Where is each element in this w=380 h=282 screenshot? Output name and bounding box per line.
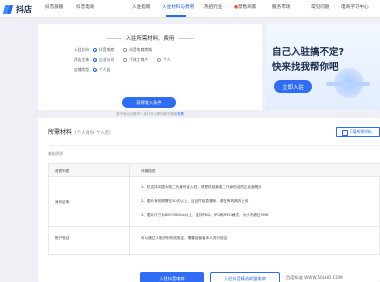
douyin-shop-logo-icon (2, 4, 14, 15)
nav-item-materials-and-fees[interactable]: 入驻材料与费用 (162, 4, 194, 10)
radio-personal-shop[interactable]: 个人店 (93, 67, 110, 73)
radio-icon (123, 58, 128, 62)
requirements-panel: 入驻所需材料、费用 入驻方向 抖音电商 抖音电商商城 开店主体 企业公司 个体工… (38, 24, 262, 110)
nav-item-hot-industries[interactable]: 热招行业 (204, 4, 222, 10)
nav-item-learning-center[interactable]: 电商学习中心 (341, 4, 369, 10)
nav-item-douyin-ecommerce[interactable]: 抖音电商 (76, 4, 94, 10)
column-divider (129, 164, 130, 256)
radio-selected-icon (93, 68, 97, 72)
banner-illustration-base (326, 82, 370, 86)
get-requirements-button[interactable]: 获得准入条件 (122, 97, 176, 108)
column-header-description: 详细描述 (141, 168, 156, 173)
materials-title: 所需材料 (个人身份-个人店) (48, 129, 111, 136)
radio-personal[interactable]: 个人 (157, 57, 171, 63)
row-name-account: 账户验证 (55, 236, 70, 240)
radio-icon (157, 58, 162, 62)
nav-item-onboarding-guide[interactable]: 入驻指南 (132, 4, 150, 10)
row-divider (49, 226, 380, 227)
panel-title: 入驻所需材料、费用 (38, 34, 262, 42)
row-shop-type: 店铺类型 个人店 (66, 66, 115, 74)
promo-banner[interactable]: 自己入驻搞不定? 快来找我帮你吧 立即入驻 (266, 24, 380, 110)
nav-item-douyin-flagship[interactable]: 抖音旗舰 (45, 4, 63, 10)
materials-table: 资质列表 详细描述 身份证明 1、仅支持中国大陆二代身份证入驻，须提供经营者二代… (48, 163, 380, 256)
document-icon (342, 129, 348, 137)
title-divider-left (105, 38, 122, 39)
section-label: 基础资质 (48, 151, 64, 156)
row-name-identity: 身份证明 (55, 200, 70, 204)
row-settle-direction: 入驻方向 抖音电商 抖音电商商城 (66, 46, 157, 54)
settle-douyin-ecommerce-button[interactable]: 入驻抖音电商 (140, 272, 204, 282)
materials-card: 所需材料 (个人身份-个人店) 下载所需材料 基础资质 资质列表 详细描述 身份证… (38, 118, 380, 282)
radio-icon (123, 48, 128, 52)
hint-link[interactable]: 查看 (177, 112, 184, 116)
radio-douyin-ecommerce[interactable]: 抖音电商 (93, 47, 114, 53)
active-tab-underline (166, 15, 186, 17)
divider (48, 145, 380, 146)
row-label: 开店主体 (73, 57, 89, 62)
brand-name: 抖店 (16, 4, 32, 14)
table-header (49, 164, 380, 177)
row-detail: 1、仅支持中国大陆二代身份证入驻，须提供经营者二代身份证的正反面照片 (141, 185, 262, 189)
row-label: 店铺类型 (73, 67, 89, 72)
row-detail: 2、图片有效期需在30天以上，且证件信息清晰，请在有效期内上传 (141, 199, 249, 203)
column-header-name: 资质列表 (55, 168, 70, 173)
row-detail: 可以通过人脸识别完成验证，需要经营者本人进行验证 (141, 236, 228, 240)
row-detail: 3、图片尺寸为800*800px以上，支持PNG、JPG和JPEG格式，大小不超… (141, 213, 269, 217)
title-divider-right (178, 38, 195, 39)
row-entity-type: 开店主体 企业公司 个体工商户 个人 (66, 56, 176, 64)
panel-hint: 查不到对应需求？我们可以帮你解决疑惑查看 (116, 112, 184, 116)
settle-douyin-alliance-button[interactable]: 入驻抖音精选联盟电商 (210, 272, 280, 282)
download-materials-button[interactable]: 下载所需材料 (336, 127, 380, 137)
logo[interactable]: 抖店 (2, 2, 32, 16)
settle-now-button[interactable]: 立即入驻 (274, 80, 312, 93)
nav-item-prohibited-merchants[interactable]: ●禁售商家 (234, 4, 256, 10)
radio-selected-icon (93, 58, 97, 62)
nav-item-faq[interactable]: 常见问题 (311, 4, 329, 10)
banner-subheadline: 快来找我帮你吧 (272, 62, 339, 73)
banner-headline: 自己入驻搞不定? (272, 47, 345, 58)
nav-item-service-market[interactable]: 服务市场 (272, 4, 290, 10)
radio-company[interactable]: 企业公司 (93, 57, 114, 63)
top-navigation-bar: 抖店 抖音旗舰 抖音电商 入驻指南 入驻材料与费用 热招行业 ●禁售商家 服务市… (0, 0, 380, 18)
watermark: 百度知道 WWW.50LHD.COM (286, 275, 343, 280)
row-label: 入驻方向 (73, 47, 89, 52)
radio-individual-business[interactable]: 个体工商户 (123, 57, 148, 63)
radio-douyin-mall[interactable]: 抖音电商商城 (123, 47, 152, 53)
radio-selected-icon (93, 48, 97, 52)
